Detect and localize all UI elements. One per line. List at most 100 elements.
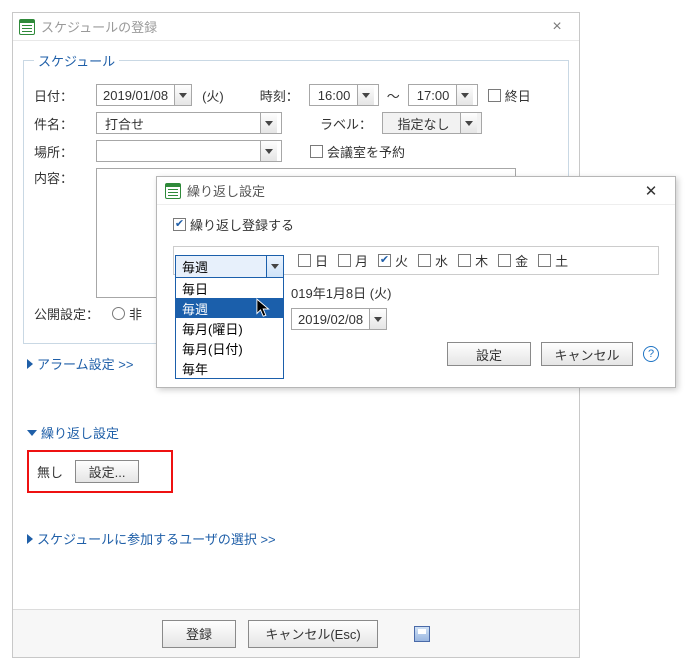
place-combo[interactable]: [96, 140, 282, 162]
frequency-option[interactable]: 毎月(曜日): [176, 318, 283, 338]
reserve-room-checkbox[interactable]: 会議室を予約: [310, 142, 405, 161]
day-label: 火: [395, 251, 408, 270]
repeat-settings-button[interactable]: 設定...: [75, 460, 139, 483]
label-dd[interactable]: [460, 113, 477, 133]
triangle-right-icon: [27, 359, 33, 369]
day-checkbox-月[interactable]: 月: [338, 251, 368, 270]
dialog-titlebar: 繰り返し設定 ✕: [157, 177, 675, 205]
dialog-ok-button[interactable]: 設定: [447, 342, 531, 366]
checkbox-box: [338, 254, 351, 267]
place-row: 場所： 会議室を予約: [34, 140, 558, 162]
date-dow: (火): [202, 86, 224, 105]
cancel-button[interactable]: キャンセル(Esc): [248, 620, 378, 648]
subject-row: 件名： 打合せ ラベル： 指定なし: [34, 112, 558, 134]
checkbox-box: [310, 145, 323, 158]
time-to-value: 17:00: [413, 88, 456, 103]
end-date-dd[interactable]: [369, 309, 386, 329]
allday-checkbox[interactable]: 終日: [488, 86, 531, 105]
day-label: 月: [355, 251, 368, 270]
frequency-option[interactable]: 毎日: [176, 278, 283, 298]
date-dropdown-button[interactable]: [174, 85, 191, 105]
time-from-value: 16:00: [314, 88, 357, 103]
subject-combo[interactable]: 打合せ: [96, 112, 282, 134]
time-from[interactable]: 16:00: [309, 84, 379, 106]
day-label: 土: [555, 251, 568, 270]
chevron-down-icon: [461, 93, 469, 98]
time-tilde: 〜: [387, 86, 400, 105]
time-label: 時刻：: [260, 86, 299, 105]
help-icon[interactable]: ?: [643, 346, 659, 362]
calendar-icon: [19, 19, 35, 35]
chevron-down-icon: [362, 93, 370, 98]
checkbox-box: [418, 254, 431, 267]
public-radio-partial[interactable]: 非: [112, 304, 142, 323]
frequency-option[interactable]: 毎年: [176, 358, 283, 378]
day-checkbox-金[interactable]: 金: [498, 251, 528, 270]
date-label: 日付：: [34, 86, 96, 105]
chevron-down-icon: [179, 93, 187, 98]
reserve-room-label: 会議室を予約: [327, 142, 405, 161]
users-link[interactable]: スケジュールに参加するユーザの選択 >>: [27, 529, 579, 548]
date-time-row: 日付： 2019/01/08 (火) 時刻： 16:00 〜 17:00: [34, 84, 558, 106]
label-value: 指定なし: [387, 114, 460, 133]
repeat-current-value: 無し: [37, 462, 63, 481]
frequency-option[interactable]: 毎週: [176, 298, 283, 318]
section-legend: スケジュール: [34, 51, 119, 70]
day-checkbox-火[interactable]: 火: [378, 251, 408, 270]
chevron-down-icon: [265, 149, 273, 154]
register-button[interactable]: 登録: [162, 620, 236, 648]
subject-label: 件名：: [34, 114, 96, 133]
bottom-bar: 登録 キャンセル(Esc): [13, 609, 579, 657]
chevron-down-icon: [465, 121, 473, 126]
start-date-text: 019年1月8日 (火): [291, 283, 659, 302]
time-to[interactable]: 17:00: [408, 84, 478, 106]
triangle-down-icon: [27, 430, 37, 436]
time-from-dd[interactable]: [357, 85, 374, 105]
date-value: 2019/01/08: [97, 88, 174, 103]
day-label: 日: [315, 251, 328, 270]
alarm-link-text: アラーム設定 >>: [37, 354, 133, 373]
day-label: 木: [475, 251, 488, 270]
repeat-enable-checkbox[interactable]: 繰り返し登録する: [173, 215, 294, 234]
save-icon[interactable]: [414, 626, 430, 642]
date-picker[interactable]: 2019/01/08: [96, 84, 192, 106]
frequency-dropdown-list: 毎日毎週毎月(曜日)毎月(日付)毎年: [176, 278, 283, 378]
day-checkbox-日[interactable]: 日: [298, 251, 328, 270]
day-label: 金: [515, 251, 528, 270]
end-date-picker[interactable]: 2019/02/08: [291, 308, 387, 330]
checkbox-box-checked: [378, 254, 391, 267]
end-date-row: 2019/02/08: [291, 308, 659, 330]
day-checkbox-水[interactable]: 水: [418, 251, 448, 270]
label-combo[interactable]: 指定なし: [382, 112, 482, 134]
frequency-option[interactable]: 毎月(日付): [176, 338, 283, 358]
subject-value: 打合せ: [101, 114, 260, 133]
subject-dd[interactable]: [260, 113, 277, 133]
chevron-down-icon: [265, 121, 273, 126]
checkbox-box: [458, 254, 471, 267]
place-dd[interactable]: [260, 141, 277, 161]
days-container: 日 月 火水 木 金 土: [298, 251, 568, 270]
titlebar: スケジュールの登録 ×: [13, 13, 579, 41]
day-checkbox-木[interactable]: 木: [458, 251, 488, 270]
checkbox-box-checked: [173, 218, 186, 231]
checkbox-box: [488, 89, 501, 102]
end-date-value: 2019/02/08: [292, 312, 369, 327]
frequency-dropdown[interactable]: 毎週 毎日毎週毎月(曜日)毎月(日付)毎年: [175, 255, 284, 379]
triangle-right-icon: [27, 534, 33, 544]
day-checkbox-土[interactable]: 土: [538, 251, 568, 270]
close-icon[interactable]: ×: [541, 18, 573, 36]
repeat-settings-link[interactable]: 繰り返し設定: [27, 423, 579, 442]
frequency-selected: 毎週: [176, 257, 266, 276]
time-to-dd[interactable]: [456, 85, 473, 105]
calendar-icon: [165, 183, 181, 199]
checkbox-box: [538, 254, 551, 267]
repeat-link-text: 繰り返し設定: [41, 423, 119, 442]
checkbox-box: [298, 254, 311, 267]
chevron-down-icon: [374, 317, 382, 322]
frequency-dd-button[interactable]: [266, 256, 283, 277]
frequency-dropdown-head[interactable]: 毎週: [176, 256, 283, 278]
dialog-cancel-button[interactable]: キャンセル: [541, 342, 633, 366]
allday-label: 終日: [505, 86, 531, 105]
dialog-close-icon[interactable]: ✕: [635, 182, 667, 200]
users-link-text: スケジュールに参加するユーザの選択 >>: [37, 529, 276, 548]
